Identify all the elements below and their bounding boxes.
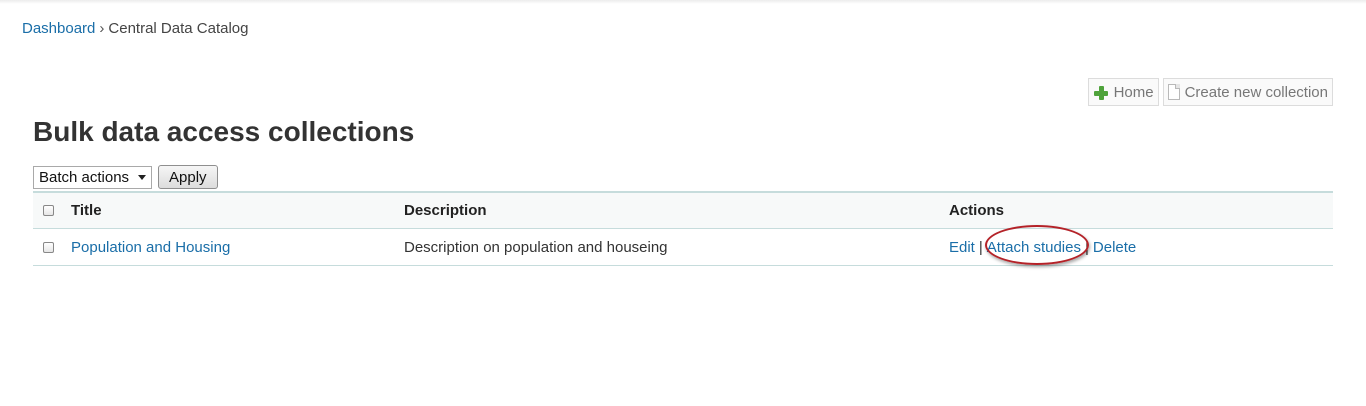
document-icon <box>1167 84 1180 100</box>
breadcrumb-separator: › <box>99 20 105 37</box>
batch-actions-selected: Batch actions <box>39 168 130 186</box>
page-toolbar: Home Create new collection <box>1087 78 1333 106</box>
create-new-collection-label: Create new collection <box>1184 83 1328 101</box>
column-header-description: Description <box>404 202 487 219</box>
apply-button[interactable]: Apply <box>158 165 218 189</box>
breadcrumb-current: Central Data Catalog <box>108 20 249 37</box>
edit-link[interactable]: Edit <box>949 239 975 256</box>
chevron-down-icon <box>138 174 146 180</box>
column-header-actions: Actions <box>949 202 1005 219</box>
delete-link[interactable]: Delete <box>1093 239 1136 256</box>
batch-actions-bar: Batch actions Apply <box>33 165 218 189</box>
collection-description: Description on population and houseing <box>404 238 668 256</box>
collections-table: Title Description Actions Population and… <box>33 191 1333 266</box>
attach-studies-link[interactable]: Attach studies <box>987 239 1081 256</box>
batch-actions-select[interactable]: Batch actions <box>33 165 152 189</box>
top-shadow <box>0 0 1366 4</box>
breadcrumb: Dashboard › Central Data Catalog <box>22 20 248 37</box>
action-separator: | <box>1084 238 1089 256</box>
create-new-collection-button[interactable]: Create new collection <box>1162 78 1333 106</box>
collection-title-link[interactable]: Population and Housing <box>71 239 230 256</box>
table-header-row: Title Description Actions <box>33 193 1333 229</box>
breadcrumb-dashboard-link[interactable]: Dashboard <box>22 20 95 37</box>
plus-icon <box>1093 84 1109 100</box>
row-actions: Edit | Attach studies | Delete <box>949 229 1136 265</box>
page-title: Bulk data access collections <box>33 116 415 147</box>
home-button[interactable]: Home <box>1087 78 1159 106</box>
column-header-title: Title <box>71 202 102 219</box>
table-row: Population and Housing Description on po… <box>33 229 1333 265</box>
home-button-label: Home <box>1113 83 1154 101</box>
action-separator: | <box>978 238 983 256</box>
select-all-checkbox[interactable] <box>43 205 54 216</box>
row-checkbox[interactable] <box>43 241 54 253</box>
